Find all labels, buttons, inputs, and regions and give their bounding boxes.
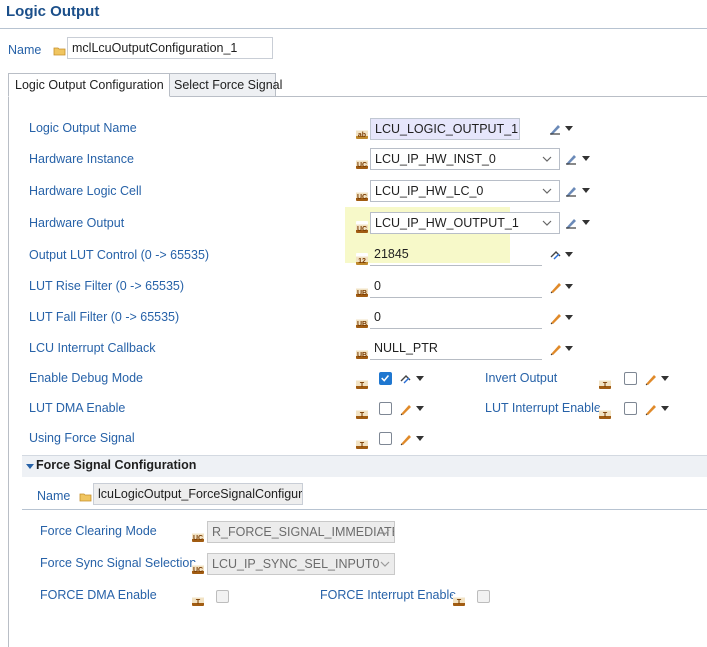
pencil-icon[interactable] (548, 311, 564, 325)
output-lut-control-label: Output LUT Control (0 -> 65535) (29, 248, 210, 262)
hardware-logic-cell-combo[interactable]: LCU_IP_HW_LC_0 (370, 180, 560, 202)
force-interrupt-enable-label: FORCE Interrupt Enable (320, 588, 457, 602)
hardware-logic-cell-label: Hardware Logic Cell (29, 184, 142, 198)
section-collapse-icon[interactable] (26, 462, 34, 470)
link-icon[interactable] (398, 372, 414, 386)
link-icon[interactable] (548, 248, 564, 262)
pencil-icon[interactable] (398, 402, 414, 416)
chevron-down-icon[interactable] (565, 315, 573, 321)
combo-arrow-icon[interactable] (380, 527, 390, 537)
lut-interrupt-enable-checkbox[interactable] (624, 402, 637, 415)
boolean-type-icon: T (599, 407, 611, 419)
boolean-type-icon: T (192, 594, 204, 606)
combo-arrow-icon[interactable] (542, 218, 552, 228)
calc-icon[interactable] (548, 122, 564, 136)
pencil-icon[interactable] (398, 432, 414, 446)
pencil-icon[interactable] (643, 372, 659, 386)
hardware-instance-label: Hardware Instance (29, 152, 134, 166)
combo-arrow-icon[interactable] (542, 186, 552, 196)
name-label: Name (8, 43, 42, 57)
force-name-input[interactable]: lcuLogicOutput_ForceSignalConfigurati (93, 483, 303, 505)
lut-fall-filter-label: LUT Fall Filter (0 -> 65535) (29, 310, 180, 324)
force-signal-section-title: Force Signal Configuration (36, 458, 197, 472)
force-clearing-mode-label: Force Clearing Mode (40, 524, 157, 538)
enum-type-icon: UC (356, 221, 368, 233)
enable-debug-mode-checkbox[interactable] (379, 372, 392, 385)
logic-output-name-input[interactable]: LCU_LOGIC_OUTPUT_1 (370, 118, 520, 140)
using-force-signal-label: Using Force Signal (29, 431, 135, 445)
hardware-instance-combo[interactable]: LCU_IP_HW_INST_0 (370, 148, 560, 170)
checkmark-icon (381, 375, 390, 382)
lut-fall-filter-input[interactable]: 0 (370, 307, 542, 329)
enable-debug-mode-label: Enable Debug Mode (29, 371, 143, 385)
pencil-icon[interactable] (548, 280, 564, 294)
chevron-down-icon[interactable] (582, 188, 590, 194)
force-clearing-mode-combo[interactable]: R_FORCE_SIGNAL_IMMEDIATE (207, 521, 395, 543)
boolean-type-icon: T (356, 377, 368, 389)
chevron-down-icon[interactable] (416, 376, 424, 382)
integer-type-icon: 12 (356, 253, 368, 265)
folder-icon (79, 493, 92, 502)
lut-interrupt-enable-label: LUT Interrupt Enable (485, 401, 601, 415)
boolean-type-icon: T (599, 377, 611, 389)
chevron-down-icon[interactable] (565, 126, 573, 132)
name-input[interactable]: mclLcuOutputConfiguration_1 (67, 37, 273, 59)
folder-icon (53, 47, 66, 56)
chevron-down-icon[interactable] (565, 252, 573, 258)
tab-logic-output-configuration[interactable]: Logic Output Configuration (8, 73, 170, 97)
calc-icon[interactable] (564, 184, 580, 198)
force-dma-enable-label: FORCE DMA Enable (40, 588, 157, 602)
invert-output-label: Invert Output (485, 371, 558, 385)
chevron-down-icon[interactable] (582, 156, 590, 162)
section-divider (22, 509, 707, 510)
using-force-signal-checkbox[interactable] (379, 432, 392, 445)
boolean-type-icon: T (356, 437, 368, 449)
chevron-down-icon[interactable] (582, 220, 590, 226)
force-name-label: Name (37, 489, 71, 503)
chevron-down-icon[interactable] (565, 346, 573, 352)
chevron-down-icon[interactable] (416, 436, 424, 442)
chevron-down-icon[interactable] (661, 376, 669, 382)
chevron-down-icon[interactable] (661, 406, 669, 412)
force-dma-enable-checkbox[interactable] (216, 590, 229, 603)
pencil-icon[interactable] (643, 402, 659, 416)
string-type-icon: ab (356, 127, 368, 139)
pencil-icon[interactable] (548, 342, 564, 356)
calc-icon[interactable] (564, 152, 580, 166)
enum-type-icon: UC (192, 562, 204, 574)
force-sync-signal-selection-combo[interactable]: LCU_IP_SYNC_SEL_INPUT0 (207, 553, 395, 575)
invert-output-checkbox[interactable] (624, 372, 637, 385)
lcu-interrupt-callback-input[interactable]: NULL_PTR (370, 338, 542, 360)
lut-dma-enable-checkbox[interactable] (379, 402, 392, 415)
force-sync-signal-selection-label: Force Sync Signal Selection (40, 556, 197, 570)
boolean-type-icon: T (356, 407, 368, 419)
tab-select-force-signal[interactable]: Select Force Signal (168, 73, 282, 97)
enum-type-icon: UC (192, 530, 204, 542)
page-title: Logic Output (6, 3, 100, 20)
integer-type-icon: UB (356, 316, 368, 328)
enum-type-icon: UC (356, 189, 368, 201)
function-type-icon: UB (356, 347, 368, 359)
lut-rise-filter-input[interactable]: 0 (370, 276, 542, 298)
hardware-output-label: Hardware Output (29, 216, 125, 230)
lut-dma-enable-label: LUT DMA Enable (29, 401, 126, 415)
hardware-output-combo[interactable]: LCU_IP_HW_OUTPUT_1 (370, 212, 560, 234)
lcu-interrupt-callback-label: LCU Interrupt Callback (29, 341, 156, 355)
combo-arrow-icon[interactable] (380, 559, 390, 569)
enum-type-icon: UC (356, 157, 368, 169)
chevron-down-icon[interactable] (416, 406, 424, 412)
output-lut-control-input[interactable]: 21845 (370, 244, 542, 266)
combo-arrow-icon[interactable] (542, 154, 552, 164)
lut-rise-filter-label: LUT Rise Filter (0 -> 65535) (29, 279, 185, 293)
boolean-type-icon: T (453, 594, 465, 606)
chevron-down-icon[interactable] (565, 284, 573, 290)
editor-header (0, 0, 707, 29)
force-interrupt-enable-checkbox[interactable] (477, 590, 490, 603)
logic-output-name-label: Logic Output Name (29, 121, 137, 135)
calc-icon[interactable] (564, 216, 580, 230)
integer-type-icon: UB (356, 285, 368, 297)
